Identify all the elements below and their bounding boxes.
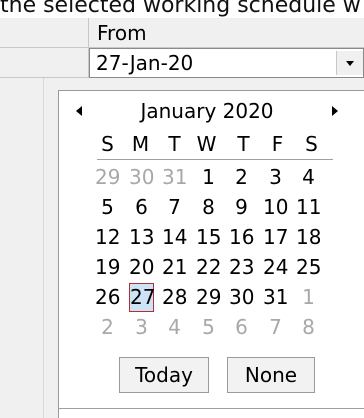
day-cell[interactable]: 8: [296, 313, 321, 342]
selected-day-cell[interactable]: 27: [129, 283, 155, 312]
row-indent-rail: [20, 78, 44, 418]
day-cell[interactable]: 2: [229, 163, 254, 192]
none-button[interactable]: None: [227, 357, 315, 393]
dropdown-button[interactable]: [336, 51, 363, 75]
triangle-right-icon: [332, 106, 338, 116]
calendar-popup: January 2020 SMTWTFS 29 30 31 1 2 3 4 5 6 7 8 9 10 11…: [58, 90, 364, 418]
day-cell[interactable]: 21: [162, 253, 187, 282]
day-cell[interactable]: 4: [296, 163, 321, 192]
day-cell[interactable]: 16: [229, 223, 254, 252]
weekday-label: F: [271, 132, 284, 156]
chevron-down-icon: [346, 61, 354, 66]
prev-month-button[interactable]: [69, 101, 89, 121]
day-cell[interactable]: 29: [196, 283, 221, 312]
weekday-label: S: [101, 132, 114, 156]
day-cell[interactable]: 26: [95, 283, 120, 312]
weekday-header-row: SMTWTFS: [95, 131, 345, 157]
weekday-divider: [97, 159, 333, 160]
row-gutter: [0, 48, 89, 78]
day-cell[interactable]: 5: [95, 193, 120, 222]
day-cell[interactable]: 19: [95, 253, 120, 282]
day-cell[interactable]: 25: [296, 253, 321, 282]
weekday-label: M: [131, 132, 150, 156]
day-cell[interactable]: 23: [229, 253, 254, 282]
day-cell[interactable]: 24: [263, 253, 288, 282]
calendar-button-row: Today None: [59, 357, 364, 397]
day-cell[interactable]: 5: [196, 313, 221, 342]
day-cell[interactable]: 12: [95, 223, 120, 252]
day-cell[interactable]: 15: [196, 223, 221, 252]
weekday-label: T: [168, 132, 181, 156]
grid-value-row: 27-Jan-20: [0, 48, 364, 78]
day-cell[interactable]: 18: [296, 223, 321, 252]
grid-header-row: From: [0, 18, 364, 48]
day-cell[interactable]: 3: [263, 163, 288, 192]
day-cell[interactable]: 22: [196, 253, 221, 282]
day-cell[interactable]: 9: [229, 193, 254, 222]
weekday-label: T: [237, 132, 250, 156]
triangle-left-icon: [76, 106, 82, 116]
day-cell[interactable]: 4: [162, 313, 187, 342]
row-gutter: [0, 18, 89, 48]
column-header-from[interactable]: From: [89, 18, 364, 48]
day-cell[interactable]: 1: [196, 163, 221, 192]
background-caption-text: the selected working schedule w: [0, 0, 361, 18]
date-value[interactable]: 27-Jan-20: [96, 51, 193, 75]
day-cell[interactable]: 11: [296, 193, 321, 222]
day-cell[interactable]: 29: [95, 163, 120, 192]
day-cell[interactable]: 7: [162, 193, 187, 222]
date-combobox[interactable]: 27-Jan-20: [89, 48, 364, 78]
day-cell[interactable]: 17: [263, 223, 288, 252]
day-cell[interactable]: 8: [196, 193, 221, 222]
day-cell[interactable]: 6: [229, 313, 254, 342]
month-title[interactable]: January 2020: [121, 95, 293, 127]
day-cell[interactable]: 3: [129, 313, 154, 342]
popup-bottom-divider: [59, 408, 364, 409]
day-cell[interactable]: 7: [263, 313, 288, 342]
day-cell[interactable]: 10: [263, 193, 288, 222]
day-cell[interactable]: 30: [129, 163, 154, 192]
row-header-rail: [0, 78, 21, 418]
day-cell[interactable]: 31: [162, 163, 187, 192]
day-cell[interactable]: 14: [162, 223, 187, 252]
day-cell[interactable]: 31: [263, 283, 288, 312]
weekday-label: S: [305, 132, 318, 156]
weekday-label: W: [196, 132, 217, 156]
day-cell[interactable]: 6: [129, 193, 154, 222]
calendar-day-grid: 29 30 31 1 2 3 4 5 6 7 8 9 10 11 12 13 14 15 16 17 18 19 20 21 2…: [95, 163, 345, 343]
calendar-header: January 2020: [59, 95, 364, 127]
next-month-button[interactable]: [325, 101, 345, 121]
day-cell[interactable]: 1: [296, 283, 321, 312]
day-cell[interactable]: 30: [229, 283, 254, 312]
today-button[interactable]: Today: [119, 357, 209, 393]
day-cell[interactable]: 28: [162, 283, 187, 312]
day-cell[interactable]: 13: [129, 223, 154, 252]
day-cell[interactable]: 20: [129, 253, 154, 282]
day-cell[interactable]: 2: [95, 313, 120, 342]
